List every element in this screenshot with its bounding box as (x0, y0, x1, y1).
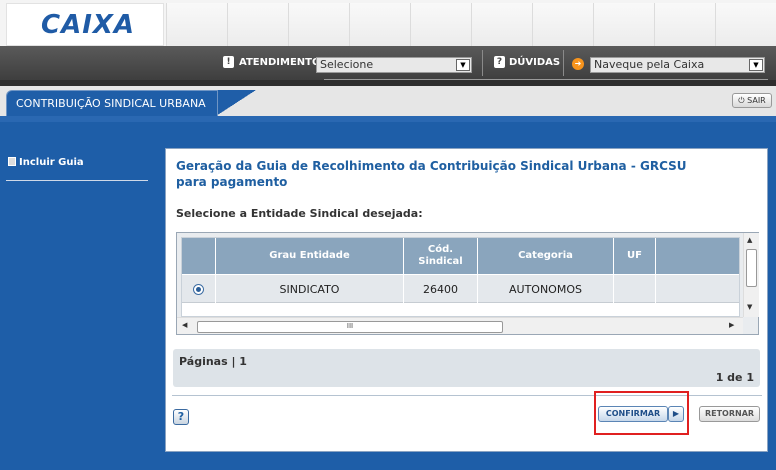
nav-divider-2 (563, 50, 564, 76)
scroll-right-icon[interactable]: ▶ (729, 321, 734, 329)
help-button[interactable]: ? (173, 409, 189, 425)
navegue-select[interactable]: Naveque pela Caixa ▼ (590, 57, 765, 73)
confirm-button[interactable]: CONFIRMAR (598, 406, 668, 422)
sidebar-item-incluir-guia[interactable]: Incluir Guia (8, 157, 84, 168)
nav-underline (324, 79, 768, 80)
navegue-select-value: Naveque pela Caixa (594, 58, 705, 71)
pagination-count: 1 de 1 (715, 371, 754, 384)
page-title: Geração da Guia de Recolhimento da Contr… (176, 159, 687, 189)
horizontal-scrollbar[interactable]: ◀ III ▶ (177, 317, 743, 334)
tab-label: CONTRIBUIÇÃO SINDICAL URBANA (16, 97, 206, 110)
tab-slope (216, 90, 256, 116)
table-row[interactable]: SINDICATO 26400 AUTONOMOS (182, 275, 739, 303)
col-extra-header (656, 238, 739, 274)
col-categoria-header: Categoria (478, 238, 614, 274)
sair-button[interactable]: ⏻ SAIR (732, 93, 772, 108)
chevron-down-icon[interactable]: ▼ (456, 59, 470, 71)
tab-contribuicao-sindical[interactable]: CONTRIBUIÇÃO SINDICAL URBANA (6, 90, 218, 116)
duvidas-label: DÚVIDAS (509, 57, 561, 68)
scroll-left-icon[interactable]: ◀ (182, 321, 187, 329)
orange-arrow-icon: ➜ (572, 58, 584, 70)
top-decor-cells (166, 3, 776, 46)
pagination-label[interactable]: Páginas | 1 (179, 355, 247, 368)
pagination-bar: Páginas | 1 1 de 1 (173, 349, 760, 387)
row-select-cell[interactable] (182, 275, 216, 303)
caixa-logo[interactable]: CAIXA (41, 10, 135, 40)
atendimento-select[interactable]: Selecione ▼ (316, 57, 472, 73)
logo-box[interactable]: CAIXA (6, 3, 164, 46)
play-icon[interactable]: ▶ (668, 406, 684, 422)
sidebar-item-label: Incluir Guia (19, 157, 84, 168)
scroll-down-icon[interactable]: ▼ (747, 303, 752, 311)
sair-label: SAIR (747, 96, 766, 105)
horizontal-scroll-thumb[interactable]: III (197, 321, 503, 333)
vertical-scroll-thumb[interactable] (746, 249, 757, 287)
cell-categoria: AUTONOMOS (478, 275, 614, 303)
info-icon: ! (223, 56, 234, 68)
top-header: CAIXA (0, 0, 776, 46)
atendimento-select-value: Selecione (320, 58, 374, 71)
help-info-icon: ? (494, 56, 505, 68)
main-top-stripe (0, 116, 776, 122)
vertical-scrollbar[interactable]: ▲ ▼ (743, 233, 759, 317)
row-radio[interactable] (193, 283, 204, 295)
cell-uf (614, 275, 656, 303)
content-panel: Geração da Guia de Recolhimento da Contr… (165, 148, 768, 452)
scroll-up-icon[interactable]: ▲ (747, 236, 752, 244)
grid-viewport: Grau Entidade Cód. Sindical Categoria UF… (181, 237, 740, 317)
cell-grau: SINDICATO (216, 275, 404, 303)
retornar-button[interactable]: RETORNAR (699, 406, 760, 422)
document-icon (8, 157, 16, 166)
sidebar-divider (6, 180, 148, 181)
atendimento-label: ATENDIMENTO (239, 57, 321, 68)
cell-extra (656, 275, 739, 303)
col-grau-header: Grau Entidade (216, 238, 404, 274)
col-uf-header: UF (614, 238, 656, 274)
power-icon: ⏻ (738, 96, 745, 105)
section-subtitle: Selecione a Entidade Sindical desejada: (176, 207, 423, 220)
entity-grid: Grau Entidade Cód. Sindical Categoria UF… (176, 232, 759, 335)
grid-header: Grau Entidade Cód. Sindical Categoria UF (182, 238, 739, 274)
cell-codigo: 26400 (404, 275, 478, 303)
chevron-down-icon[interactable]: ▼ (749, 59, 763, 71)
col-codigo-header: Cód. Sindical (404, 238, 478, 274)
col-select-header (182, 238, 216, 274)
nav-divider (482, 50, 483, 76)
